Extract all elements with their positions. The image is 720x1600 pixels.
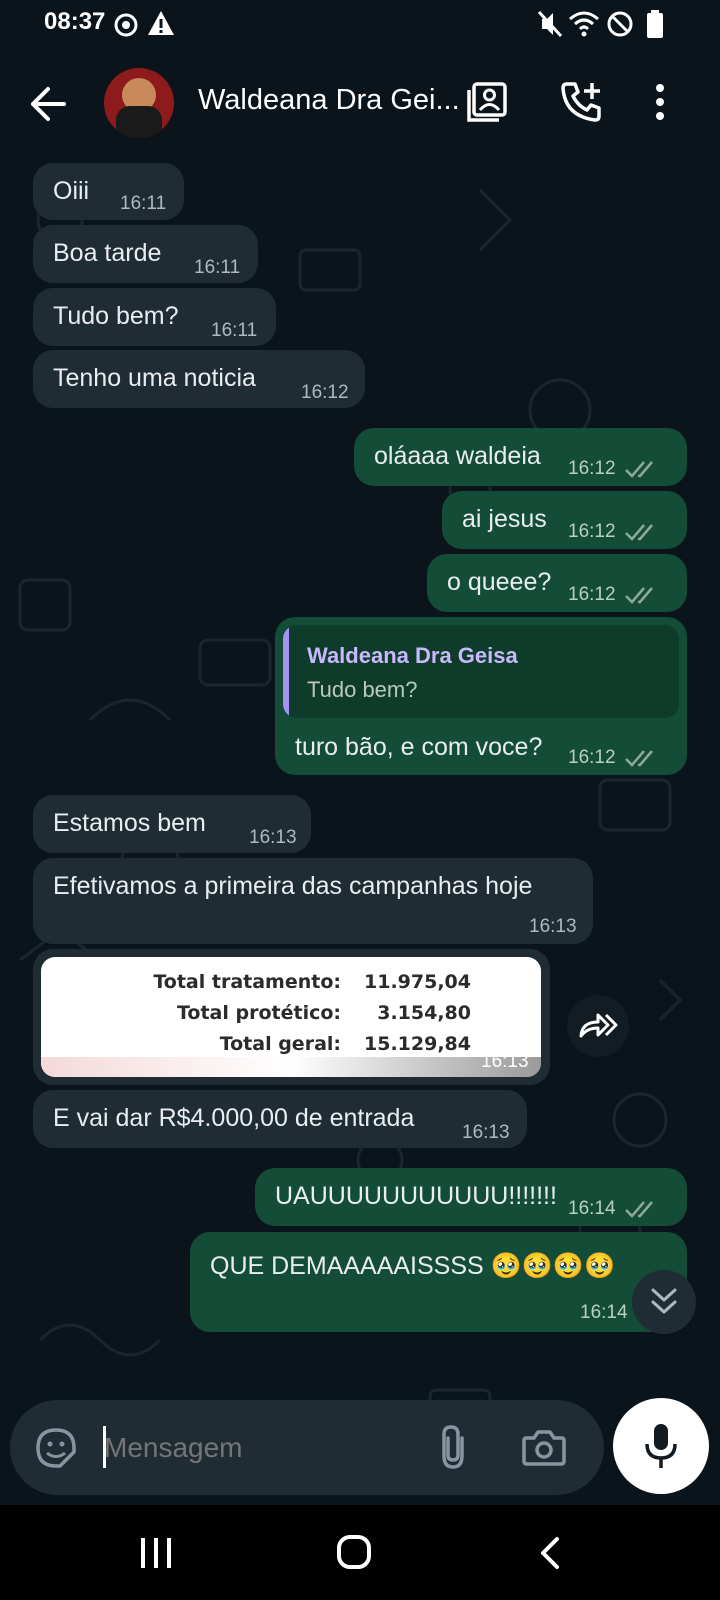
image-text-row: Total geral: 15.129,84	[41, 1033, 471, 1061]
microphone-icon	[645, 1424, 677, 1468]
message-time: 16:11	[120, 193, 167, 214]
home-icon[interactable]	[336, 1534, 372, 1570]
read-receipt-icon	[625, 750, 653, 767]
message-bubble-incoming[interactable]: Efetivamos a primeira das campanhas hoje…	[33, 858, 593, 944]
message-text: Efetivamos a primeira das campanhas hoje	[53, 872, 533, 900]
chat-area[interactable]: Oiii 16:11 Boa tarde 16:11 Tudo bem? 16:…	[0, 160, 720, 1505]
message-bubble-outgoing[interactable]: ai jesus 16:12	[442, 491, 687, 549]
quoted-author: Waldeana Dra Geisa	[307, 643, 518, 668]
sync-icon	[114, 13, 138, 37]
message-text: QUE DEMAAAAAISSSS 🥹🥹🥹🥹	[210, 1252, 616, 1280]
more-options-icon[interactable]	[652, 82, 668, 122]
message-bubble-incoming[interactable]: Tenho uma noticia 16:12	[33, 350, 365, 408]
message-time: 16:13	[249, 827, 297, 848]
contact-avatar[interactable]	[104, 68, 174, 138]
message-time: 16:14	[568, 1198, 616, 1219]
message-text: oláaaa waldeia	[374, 442, 541, 470]
message-bubble-incoming[interactable]: E vai dar R$4.000,00 de entrada 16:13	[33, 1090, 527, 1148]
attach-icon[interactable]	[438, 1424, 468, 1470]
image-value: 3.154,80	[377, 1002, 471, 1024]
quoted-text: Tudo bem?	[307, 677, 418, 702]
status-bar: 08:37	[0, 0, 720, 50]
message-bubble-image[interactable]: Total tratamento: 11.975,04 Total protét…	[33, 949, 550, 1085]
message-time: 16:12	[568, 747, 616, 768]
message-time: 16:13	[462, 1122, 510, 1143]
message-composer	[10, 1400, 604, 1495]
back-icon[interactable]	[538, 1536, 562, 1570]
message-text: Oiii	[53, 177, 90, 205]
read-receipt-icon	[625, 1201, 653, 1218]
message-time: 16:12	[568, 584, 616, 605]
message-time: 16:12	[568, 458, 616, 479]
double-chevron-down-icon	[651, 1288, 677, 1314]
forward-icon	[579, 1013, 618, 1038]
image-value: 11.975,04	[364, 971, 471, 993]
image-label: Total protético:	[176, 1002, 341, 1024]
shared-image[interactable]: Total tratamento: 11.975,04 Total protét…	[41, 957, 541, 1077]
image-value: 15.129,84	[364, 1033, 471, 1055]
contact-card-icon[interactable]	[466, 81, 508, 123]
image-label: Total tratamento:	[153, 971, 341, 993]
message-time: 16:13	[529, 916, 577, 937]
add-call-icon[interactable]	[561, 80, 603, 122]
message-text: Tudo bem?	[53, 302, 179, 330]
message-text: Tenho uma noticia	[53, 364, 256, 392]
warning-icon	[148, 11, 174, 35]
chat-header: Waldeana Dra Gei...	[0, 50, 720, 160]
message-bubble-incoming[interactable]: Boa tarde 16:11	[33, 225, 258, 283]
message-time: 16:14	[580, 1302, 628, 1323]
image-text-row: Total protético: 3.154,80	[41, 1002, 471, 1030]
image-text-row: Total tratamento: 11.975,04	[41, 971, 471, 999]
message-bubble-outgoing-reply[interactable]: Waldeana Dra Geisa Tudo bem? turo bão, e…	[275, 617, 687, 775]
system-nav-bar	[0, 1505, 720, 1600]
sticker-icon[interactable]	[36, 1428, 76, 1468]
message-time: 16:11	[211, 320, 258, 341]
contact-name[interactable]: Waldeana Dra Gei...	[198, 84, 460, 117]
message-input[interactable]	[102, 1420, 416, 1476]
status-time: 08:37	[44, 8, 106, 35]
forward-button[interactable]	[567, 995, 629, 1057]
mute-icon	[537, 10, 563, 38]
message-bubble-outgoing[interactable]: QUE DEMAAAAAISSSS 🥹🥹🥹🥹 16:14	[190, 1232, 687, 1332]
message-text: Boa tarde	[53, 239, 162, 267]
wifi-icon	[569, 11, 599, 37]
message-bubble-outgoing[interactable]: UAUUUUUUUUUUU!!!!!!! 16:14	[255, 1168, 687, 1226]
message-time: 16:11	[194, 257, 241, 278]
scroll-to-bottom-button[interactable]	[632, 1270, 696, 1334]
back-arrow-icon[interactable]	[28, 86, 68, 122]
read-receipt-icon	[625, 524, 653, 541]
message-time: 16:12	[568, 521, 616, 542]
battery-icon	[647, 10, 663, 38]
do-not-disturb-icon	[607, 11, 633, 37]
message-text: o queee?	[447, 568, 552, 596]
image-label: Total geral:	[219, 1033, 341, 1055]
voice-message-button[interactable]	[613, 1398, 709, 1494]
recent-apps-icon[interactable]	[139, 1537, 173, 1569]
message-bubble-incoming[interactable]: Tudo bem? 16:11	[33, 288, 276, 346]
message-bubble-incoming[interactable]: Estamos bem 16:13	[33, 795, 311, 853]
quoted-message[interactable]: Waldeana Dra Geisa Tudo bem?	[283, 625, 679, 718]
message-text: ai jesus	[462, 505, 547, 533]
message-text: UAUUUUUUUUUUU!!!!!!!	[275, 1182, 557, 1210]
message-bubble-outgoing[interactable]: o queee? 16:12	[427, 554, 687, 612]
read-receipt-icon	[625, 587, 653, 604]
message-text: Estamos bem	[53, 809, 206, 837]
message-text: E vai dar R$4.000,00 de entrada	[53, 1104, 415, 1132]
message-time: 16:12	[301, 382, 349, 403]
message-bubble-outgoing[interactable]: oláaaa waldeia 16:12	[354, 428, 687, 486]
message-text: turo bão, e com voce?	[295, 733, 543, 761]
message-bubble-incoming[interactable]: Oiii 16:11	[33, 163, 184, 220]
message-time: 16:13	[481, 1051, 529, 1072]
camera-icon[interactable]	[522, 1428, 566, 1466]
read-receipt-icon	[625, 461, 653, 478]
